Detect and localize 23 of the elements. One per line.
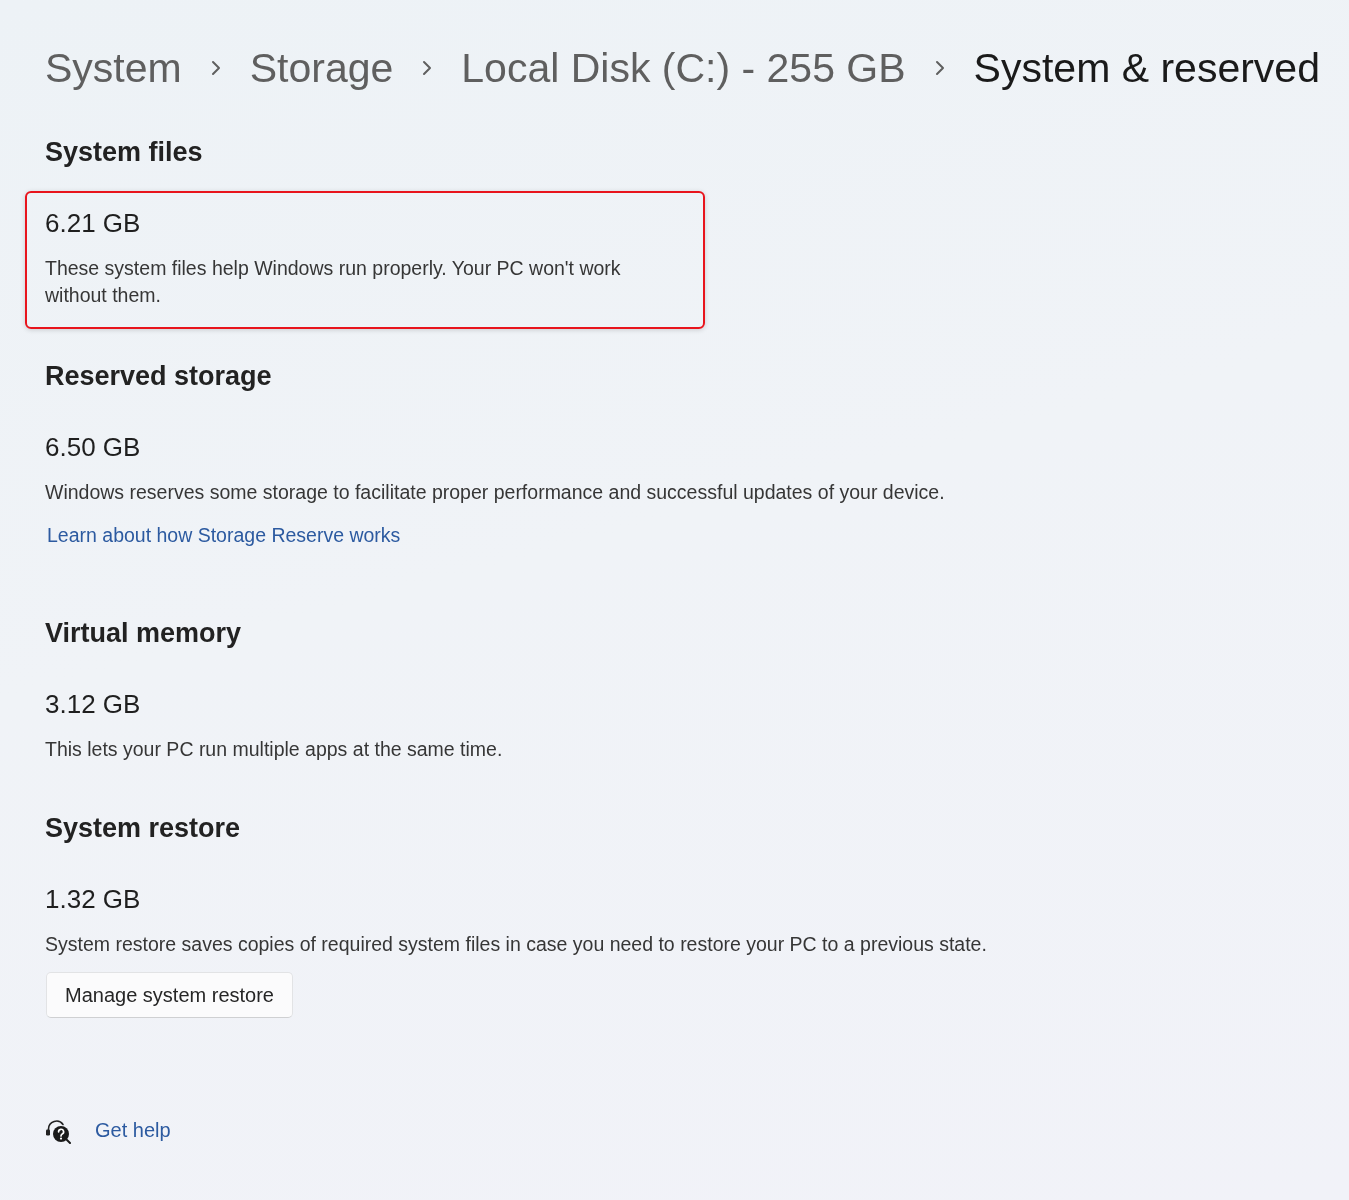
- chevron-icon: [210, 60, 221, 76]
- chevron-icon: [422, 60, 433, 76]
- breadcrumb-link[interactable]: Storage: [249, 40, 394, 96]
- description-text: System restore saves copies of required system files in case you need to restore your PC to a previous state.: [45, 932, 987, 957]
- breadcrumb-link[interactable]: Local Disk (C:) - 255 GB: [461, 40, 906, 96]
- section-heading: System restore: [45, 812, 241, 845]
- description-text: Windows reserves some storage to facilitate proper performance and successful updates of your device.: [45, 480, 945, 505]
- manage-button[interactable]: Manage system restore: [46, 972, 293, 1018]
- section-heading: Virtual memory: [45, 617, 242, 650]
- section-heading: System files: [45, 136, 203, 169]
- size-value: 6.50 GB: [45, 431, 141, 464]
- learn-more-link[interactable]: Learn about how Storage Reserve works: [47, 522, 401, 549]
- help-icon: [45, 1117, 71, 1144]
- description-text: This lets your PC run multiple apps at the same time.: [45, 737, 503, 762]
- size-value: 6.21 GB: [45, 207, 141, 240]
- get-help-link[interactable]: Get help: [95, 1117, 171, 1144]
- breadcrumb-current: System & reserved: [973, 44, 1320, 93]
- section-heading: Reserved storage: [45, 360, 272, 393]
- size-value: 1.32 GB: [45, 883, 141, 916]
- breadcrumb-link[interactable]: System: [45, 40, 182, 96]
- chevron-icon: [934, 60, 945, 76]
- description-text: These system files help Windows run properly. Your PC won't work without them.: [45, 256, 622, 308]
- size-value: 3.12 GB: [45, 688, 141, 721]
